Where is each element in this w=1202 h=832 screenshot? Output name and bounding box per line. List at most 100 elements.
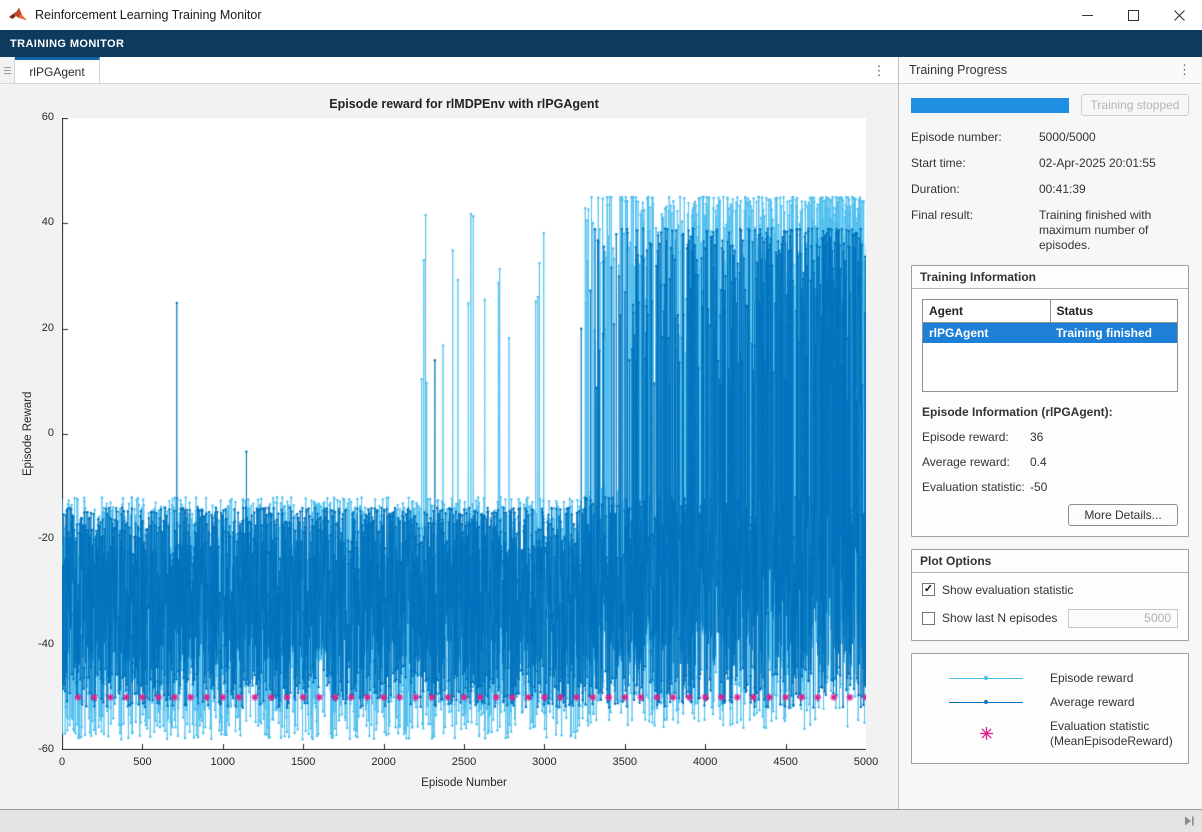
tab-actions-button[interactable]: ⋮ [870, 57, 888, 84]
field-value: 00:41:39 [1039, 182, 1187, 197]
field-value: 02-Apr-2025 20:01:55 [1039, 156, 1187, 171]
stat-label: Episode reward: [922, 430, 1030, 444]
plot-options-card: Plot Options ✓Show evaluation statistic S… [911, 549, 1189, 641]
progress-field: Duration:00:41:39 [911, 182, 1189, 197]
legend-sample [922, 702, 1050, 703]
close-button[interactable] [1156, 0, 1202, 30]
empty-cell [923, 343, 1051, 391]
x-tick-label: 500 [117, 756, 167, 768]
episode-info-title: Episode Information (rlPGAgent): [922, 405, 1178, 419]
table-row[interactable]: rlPGAgentTraining finished [923, 323, 1178, 344]
panel-header: Training Progress ⋮ [899, 57, 1201, 84]
legend-sample [922, 726, 1050, 741]
close-icon [1174, 10, 1185, 21]
episode-stat-row: Episode reward:36 [922, 430, 1178, 444]
last-n-episodes-input[interactable] [1068, 609, 1178, 628]
field-label: Episode number: [911, 130, 1039, 145]
legend-item: Average reward [922, 695, 1178, 710]
field-value: 5000/5000 [1039, 130, 1187, 145]
episode-stat-row: Evaluation statistic:-50 [922, 480, 1178, 494]
agents-table: Agent Status rlPGAgentTraining finished [922, 299, 1178, 392]
card-title: Plot Options [912, 550, 1188, 573]
progress-field: Final result:Training finished with maxi… [911, 208, 1189, 253]
x-tick-label: 4500 [761, 756, 811, 768]
legend-card: Episode reward Average reward Evaluation s… [911, 653, 1189, 764]
minimize-icon [1082, 10, 1093, 21]
minimize-button[interactable] [1064, 0, 1110, 30]
training-stopped-button[interactable]: Training stopped [1081, 94, 1189, 116]
toolstrip-ribbon: TRAINING MONITOR [0, 30, 1202, 57]
x-tick-label: 2000 [359, 756, 409, 768]
stat-label: Average reward: [922, 455, 1030, 469]
grip-icon [4, 67, 11, 74]
show-evaluation-statistic-option: ✓Show evaluation statistic [922, 583, 1178, 597]
asterisk-icon [979, 726, 994, 741]
show-last-n-episodes-option: Show last N episodes [922, 609, 1178, 628]
panel-title: Training Progress [909, 63, 1007, 77]
chart-title: Episode reward for rlMDPEnv with rlPGAge… [62, 97, 866, 111]
x-tick-label: 1500 [278, 756, 328, 768]
x-tick-label: 1000 [198, 756, 248, 768]
legend-item: Evaluation statistic(MeanEpisodeReward) [922, 719, 1178, 749]
progress-fields: Episode number:5000/5000Start time:02-Ap… [911, 130, 1189, 253]
episode-stats: Episode reward:36Average reward:0.4Evalu… [922, 430, 1178, 494]
table-empty-row [923, 343, 1178, 391]
progress-field: Start time:02-Apr-2025 20:01:55 [911, 156, 1189, 171]
training-progress-panel: Training Progress ⋮ Training stopped Epi… [899, 57, 1201, 809]
status-cell: Training finished [1050, 323, 1178, 344]
progress-field: Episode number:5000/5000 [911, 130, 1189, 145]
panel-actions-button[interactable]: ⋮ [1178, 62, 1191, 78]
stat-value: -50 [1030, 480, 1047, 494]
tab-rlpgagent[interactable]: rlPGAgent [15, 57, 100, 83]
matlab-logo-icon [9, 7, 27, 23]
field-label: Final result: [911, 208, 1039, 253]
maximize-button[interactable] [1110, 0, 1156, 30]
show-last-n-episodes-checkbox[interactable] [922, 612, 935, 625]
x-tick-label: 4000 [680, 756, 730, 768]
legend-item: Episode reward [922, 671, 1178, 686]
x-tick-label: 2500 [439, 756, 489, 768]
legend-line-icon [949, 702, 1023, 703]
episode-reward-chart [62, 118, 866, 750]
ribbon-tab-training-monitor[interactable]: TRAINING MONITOR [0, 30, 134, 57]
y-axis-label: Episode Reward [22, 118, 34, 750]
field-label: Start time: [911, 156, 1039, 171]
column-header-status: Status [1050, 300, 1178, 323]
tab-drag-handle[interactable] [0, 57, 15, 83]
field-label: Duration: [911, 182, 1039, 197]
empty-cell [1050, 343, 1178, 391]
x-tick-label: 3000 [519, 756, 569, 768]
legend-line-icon [949, 678, 1023, 679]
ellipsis-vertical-icon: ⋮ [873, 63, 886, 79]
field-value: Training finished with maximum number of… [1039, 208, 1187, 253]
checkbox-label: Show last N episodes [942, 611, 1057, 625]
x-tick-label: 3500 [600, 756, 650, 768]
document-tab-bar: rlPGAgent ⋮ [0, 57, 898, 84]
x-axis-label: Episode Number [62, 777, 866, 789]
legend-label: Episode reward [1050, 671, 1133, 686]
legend-label: Evaluation statistic(MeanEpisodeReward) [1050, 719, 1173, 749]
panel-content: Training stopped Episode number:5000/500… [899, 84, 1201, 809]
stat-value: 0.4 [1030, 455, 1047, 469]
show-evaluation-statistic-checkbox[interactable]: ✓ [922, 583, 935, 596]
episode-stat-row: Average reward:0.4 [922, 455, 1178, 469]
more-details-button[interactable]: More Details... [1068, 504, 1178, 526]
expand-panel-icon[interactable] [1183, 815, 1195, 827]
window-title: Reinforcement Learning Training Monitor [35, 8, 1064, 22]
x-tick-label: 5000 [841, 756, 891, 768]
stat-value: 36 [1030, 430, 1043, 444]
card-title: Training Information [912, 266, 1188, 289]
check-icon: ✓ [924, 584, 933, 595]
column-header-agent: Agent [923, 300, 1051, 323]
training-figure: Episode reward for rlMDPEnv with rlPGAge… [0, 84, 898, 809]
training-information-card: Training Information Agent Status rlPGAg… [911, 265, 1189, 537]
legend-sample [922, 678, 1050, 679]
stat-label: Evaluation statistic: [922, 480, 1030, 494]
main-area: rlPGAgent ⋮ Episode reward for rlMDPEnv … [0, 57, 1202, 809]
ellipsis-vertical-icon: ⋮ [1178, 62, 1191, 77]
legend-marker-dot [984, 700, 988, 704]
x-tick-label: 0 [37, 756, 87, 768]
legend-label: Average reward [1050, 695, 1135, 710]
status-bar [0, 809, 1202, 832]
maximize-icon [1128, 10, 1139, 21]
